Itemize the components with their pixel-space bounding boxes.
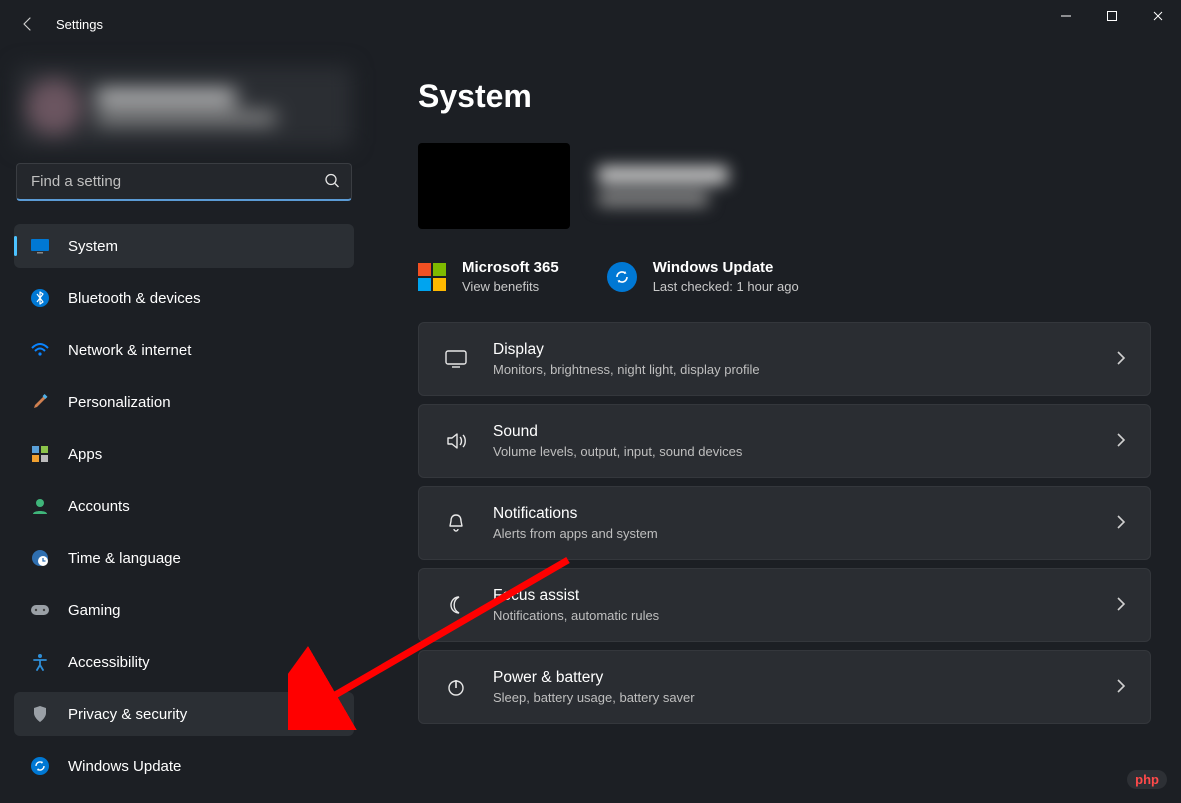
setting-row-focus[interactable]: Focus assist Notifications, automatic ru…	[418, 568, 1151, 642]
update-icon	[30, 757, 50, 775]
sidebar-item-bluetooth[interactable]: Bluetooth & devices	[14, 276, 354, 320]
apps-icon	[30, 445, 50, 463]
moon-icon	[443, 594, 469, 616]
setting-row-notifications[interactable]: Notifications Alerts from apps and syste…	[418, 486, 1151, 560]
paintbrush-icon	[30, 393, 50, 411]
chevron-right-icon	[1116, 596, 1126, 615]
minimize-button[interactable]	[1043, 0, 1089, 32]
sidebar-item-label: Windows Update	[68, 758, 181, 775]
globe-clock-icon	[30, 549, 50, 567]
sidebar-nav: System Bluetooth & devices Network & int…	[12, 221, 356, 791]
sidebar: System Bluetooth & devices Network & int…	[0, 48, 368, 803]
wifi-icon	[30, 342, 50, 358]
bluetooth-icon	[30, 289, 50, 307]
sidebar-item-label: Accounts	[68, 498, 130, 515]
accessibility-icon	[30, 653, 50, 671]
row-sub: Volume levels, output, input, sound devi…	[493, 444, 1092, 459]
sidebar-item-personalization[interactable]: Personalization	[14, 380, 354, 424]
promo-windows-update[interactable]: Windows Update Last checked: 1 hour ago	[607, 259, 799, 294]
row-sub: Notifications, automatic rules	[493, 608, 1092, 623]
promo-title: Windows Update	[653, 259, 799, 276]
chevron-right-icon	[1116, 678, 1126, 697]
sidebar-item-label: Gaming	[68, 602, 121, 619]
sidebar-item-privacy[interactable]: Privacy & security	[14, 692, 354, 736]
watermark-badge: php	[1127, 770, 1167, 789]
gamepad-icon	[30, 603, 50, 617]
update-icon	[607, 262, 637, 292]
row-title: Power & battery	[493, 669, 1092, 687]
sidebar-item-system[interactable]: System	[14, 224, 354, 268]
sidebar-item-label: Personalization	[68, 394, 171, 411]
sidebar-item-accessibility[interactable]: Accessibility	[14, 640, 354, 684]
promo-sub: View benefits	[462, 279, 559, 294]
promo-row: Microsoft 365 View benefits Windows Upda…	[418, 259, 1151, 294]
promo-sub: Last checked: 1 hour ago	[653, 279, 799, 294]
search-wrap	[16, 163, 352, 201]
row-sub: Alerts from apps and system	[493, 526, 1092, 541]
account-block[interactable]	[16, 66, 352, 147]
back-button[interactable]	[8, 4, 48, 44]
sidebar-item-apps[interactable]: Apps	[14, 432, 354, 476]
shield-icon	[30, 705, 50, 723]
sidebar-item-label: Apps	[68, 446, 102, 463]
sidebar-item-accounts[interactable]: Accounts	[14, 484, 354, 528]
settings-list: Display Monitors, brightness, night ligh…	[418, 322, 1151, 724]
row-title: Display	[493, 341, 1092, 359]
account-lines	[96, 90, 276, 124]
speaker-icon	[443, 431, 469, 451]
sidebar-item-label: Time & language	[68, 550, 181, 567]
window-controls	[1043, 0, 1181, 32]
microsoft-logo-icon	[418, 263, 446, 291]
promo-ms365[interactable]: Microsoft 365 View benefits	[418, 259, 559, 294]
bell-icon	[443, 512, 469, 534]
chevron-right-icon	[1116, 432, 1126, 451]
row-title: Sound	[493, 423, 1092, 441]
maximize-button[interactable]	[1089, 0, 1135, 32]
row-title: Notifications	[493, 505, 1092, 523]
search-icon	[324, 173, 340, 192]
app-title: Settings	[56, 17, 103, 32]
sidebar-item-label: Bluetooth & devices	[68, 290, 201, 307]
person-icon	[30, 497, 50, 515]
sidebar-item-label: Accessibility	[68, 654, 150, 671]
main-content: System Microsoft 365 View benefits Wi	[368, 48, 1181, 803]
setting-row-display[interactable]: Display Monitors, brightness, night ligh…	[418, 322, 1151, 396]
sidebar-item-network[interactable]: Network & internet	[14, 328, 354, 372]
setting-row-power[interactable]: Power & battery Sleep, battery usage, ba…	[418, 650, 1151, 724]
page-title: System	[418, 78, 1151, 115]
row-title: Focus assist	[493, 587, 1092, 605]
sidebar-item-gaming[interactable]: Gaming	[14, 588, 354, 632]
device-name-block	[598, 166, 728, 206]
sidebar-item-label: System	[68, 238, 118, 255]
promo-title: Microsoft 365	[462, 259, 559, 276]
setting-row-sound[interactable]: Sound Volume levels, output, input, soun…	[418, 404, 1151, 478]
search-input[interactable]	[16, 163, 352, 201]
row-sub: Sleep, battery usage, battery saver	[493, 690, 1092, 705]
close-button[interactable]	[1135, 0, 1181, 32]
device-thumbnail	[418, 143, 570, 229]
chevron-right-icon	[1116, 350, 1126, 369]
sidebar-item-label: Privacy & security	[68, 706, 187, 723]
device-summary	[418, 143, 1151, 229]
display-icon	[30, 238, 50, 254]
sidebar-item-update[interactable]: Windows Update	[14, 744, 354, 788]
sidebar-item-time[interactable]: Time & language	[14, 536, 354, 580]
titlebar: Settings	[0, 0, 1181, 48]
monitor-icon	[443, 349, 469, 369]
chevron-right-icon	[1116, 514, 1126, 533]
power-icon	[443, 676, 469, 698]
avatar	[26, 79, 82, 135]
sidebar-item-label: Network & internet	[68, 342, 191, 359]
row-sub: Monitors, brightness, night light, displ…	[493, 362, 1092, 377]
